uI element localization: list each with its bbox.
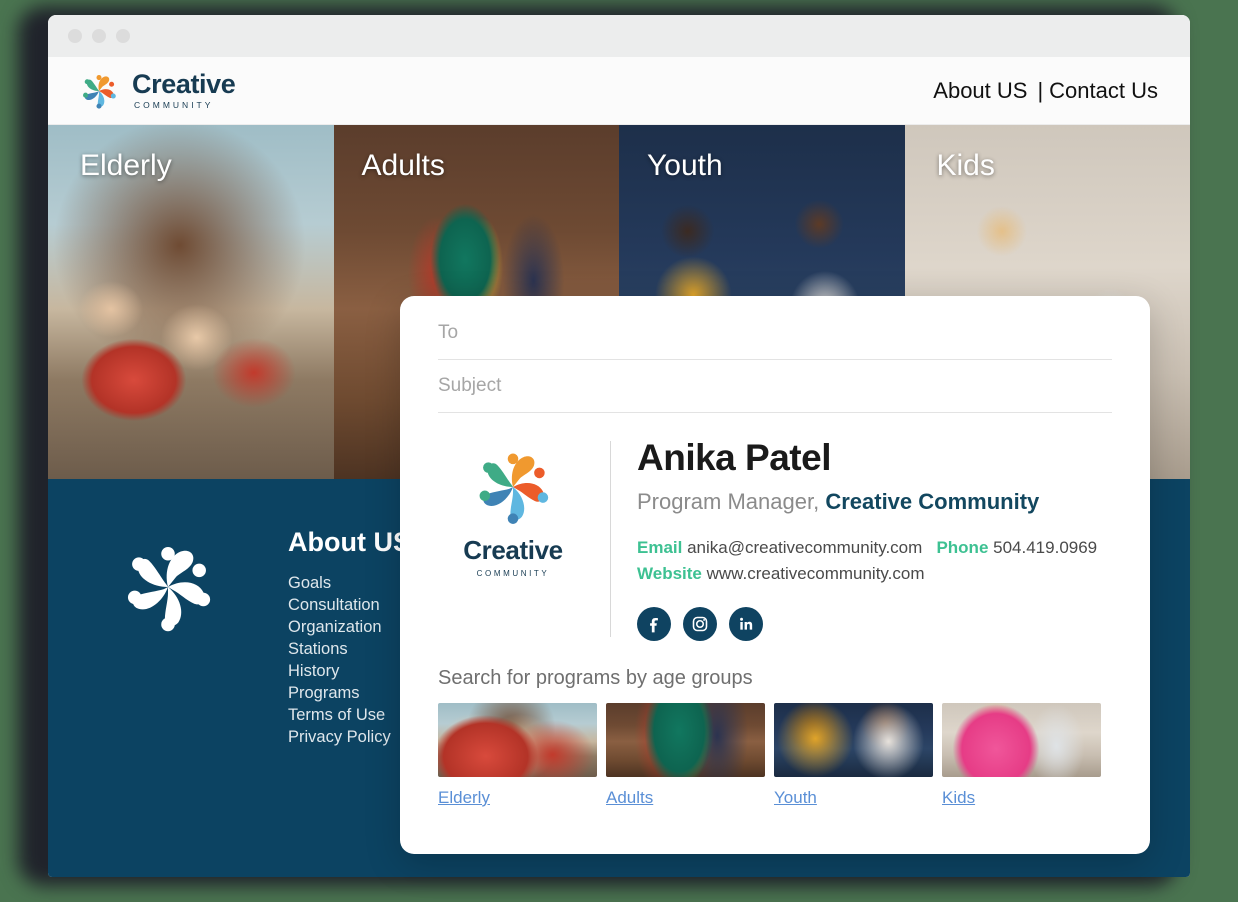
linkedin-glyph	[740, 617, 753, 630]
thumbnail-link-adults[interactable]: Adults	[606, 788, 653, 808]
email-label: Email	[637, 537, 683, 557]
signature-contact: Email anika@creativecommunity.com Phone …	[637, 535, 1112, 587]
nav-about-us[interactable]: About US	[933, 78, 1027, 104]
thumbnail-item-adults: Adults	[606, 702, 765, 808]
footer-link-goals[interactable]: Goals	[288, 572, 411, 594]
kids-thumb-image	[942, 702, 1101, 777]
browser-titlebar	[48, 15, 1190, 57]
social-links	[637, 606, 1112, 641]
elderly-thumb-image	[438, 702, 597, 777]
instagram-icon[interactable]	[683, 606, 717, 641]
creative-community-logo-icon	[83, 74, 116, 109]
creative-community-logo-icon	[479, 453, 549, 524]
footer-link-list: Goals Consultation Organization Stations…	[288, 572, 411, 748]
thumbnail-item-elderly: Elderly	[438, 702, 597, 808]
adults-dance-thumb[interactable]	[606, 702, 765, 777]
adults-thumb-image	[606, 702, 765, 777]
hero-label-adults: Adults	[361, 149, 445, 182]
signature-logo: Creative COMMUNITY	[438, 437, 588, 641]
phone-label: Phone	[936, 537, 989, 557]
brand-title: Creative	[132, 69, 236, 100]
footer-link-stations[interactable]: Stations	[288, 638, 411, 660]
nav-contact-us[interactable]: Contact Us	[1049, 78, 1158, 104]
thumbnail-link-kids[interactable]: Kids	[942, 788, 975, 808]
footer-link-privacy-policy[interactable]: Privacy Policy	[288, 726, 411, 748]
facebook-icon[interactable]	[637, 606, 671, 641]
brand-subtitle: COMMUNITY	[134, 100, 214, 111]
thumbnail-item-kids: Kids	[942, 702, 1101, 808]
minimize-dot[interactable]	[68, 29, 82, 43]
signature-role: Program Manager, Creative Community	[637, 489, 1112, 515]
linkedin-icon[interactable]	[729, 606, 763, 641]
website-value[interactable]: www.creativecommunity.com	[707, 564, 925, 583]
website-label: Website	[637, 563, 702, 583]
thumbnail-link-elderly[interactable]: Elderly	[438, 788, 490, 808]
nav-separator: |	[1037, 77, 1044, 103]
top-navigation: About US | Contact Us	[933, 78, 1158, 104]
hero-label-youth: Youth	[647, 149, 723, 182]
signature-logo-title: Creative	[463, 535, 563, 565]
footer-link-programs[interactable]: Programs	[288, 682, 411, 704]
search-section-title: Search for programs by age groups	[438, 666, 753, 689]
footer-about-column: About US Goals Consultation Organization…	[288, 521, 411, 877]
subject-field[interactable]: Subject	[438, 360, 1112, 413]
thumbnail-link-youth[interactable]: Youth	[774, 788, 817, 808]
footer-link-organization[interactable]: Organization	[288, 616, 411, 638]
signature-divider	[610, 441, 611, 637]
signature-role-org: Creative Community	[825, 488, 1040, 514]
creative-community-mark-white-icon	[127, 546, 211, 632]
subject-field-placeholder: Subject	[438, 375, 502, 396]
maximize-dot[interactable]	[92, 29, 106, 43]
facebook-glyph	[650, 617, 658, 633]
hero-label-elderly: Elderly	[80, 149, 172, 182]
signature-contact-line-1: Email anika@creativecommunity.com Phone …	[637, 535, 1112, 561]
site-header: Creative COMMUNITY About US | Contact Us	[48, 57, 1190, 125]
signature-role-prefix: Program Manager,	[637, 488, 820, 514]
signature-contact-line-2: Website www.creativecommunity.com	[637, 561, 1112, 587]
email-signature: Creative COMMUNITY Anika Patel Program M…	[438, 437, 1112, 641]
instagram-glyph	[692, 616, 708, 632]
phone-value[interactable]: 504.419.0969	[993, 538, 1097, 557]
email-compose-card: To Subject Creative COMMUNITY Anika Pate…	[400, 296, 1150, 854]
youth-library-thumb[interactable]	[774, 702, 933, 777]
thumbnail-item-youth: Youth	[774, 702, 933, 808]
to-field-placeholder: To	[438, 322, 459, 343]
screenshot-stage: Creative COMMUNITY About US | Contact Us…	[0, 0, 1238, 902]
signature-logo-subtitle: COMMUNITY	[476, 569, 550, 578]
kids-dance-thumb[interactable]	[942, 702, 1101, 777]
footer-column-title: About US	[288, 527, 411, 557]
hero-cell-elderly[interactable]: Elderly	[48, 125, 334, 479]
youth-thumb-image	[774, 702, 933, 777]
elderly-art-class-thumb[interactable]	[438, 702, 597, 777]
footer-link-consultation[interactable]: Consultation	[288, 594, 411, 616]
email-value[interactable]: anika@creativecommunity.com	[687, 538, 922, 557]
signature-name: Anika Patel	[637, 437, 831, 478]
signature-info: Anika Patel Program Manager, Creative Co…	[637, 437, 1112, 641]
footer-link-history[interactable]: History	[288, 660, 411, 682]
program-thumbnails: Elderly Adults Youth Kids	[438, 702, 1112, 808]
to-field[interactable]: To	[438, 307, 1112, 360]
hero-label-kids: Kids	[936, 149, 995, 182]
footer-link-terms-of-use[interactable]: Terms of Use	[288, 704, 411, 726]
footer-logo	[48, 521, 288, 877]
brand-logo[interactable]: Creative COMMUNITY	[76, 69, 236, 112]
close-dot[interactable]	[116, 29, 130, 43]
